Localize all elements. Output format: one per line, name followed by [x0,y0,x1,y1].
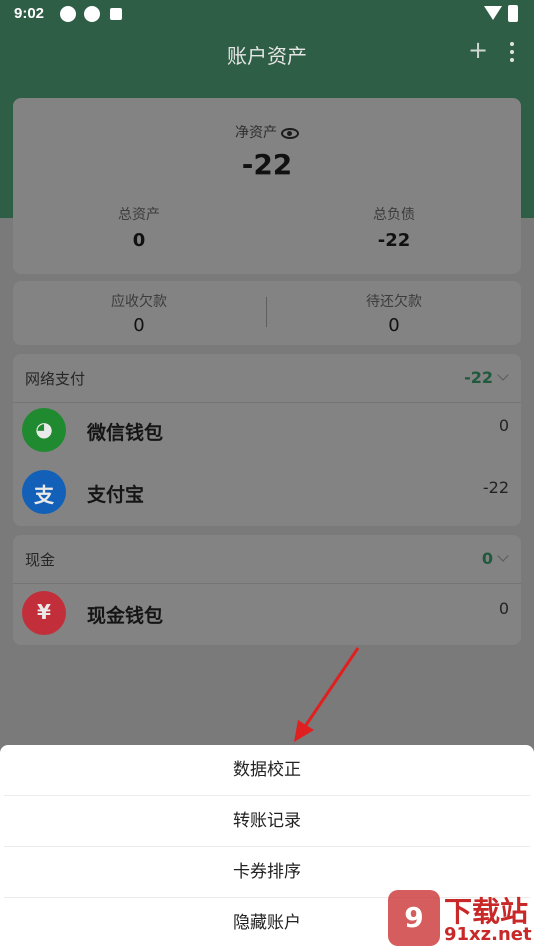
menu-item-transfer-records[interactable]: 转账记录 [4,796,530,847]
watermark: 9 下载站 91xz.net [388,890,534,950]
menu-item-data-correction[interactable]: 数据校正 [4,745,530,796]
watermark-logo-icon: 9 [388,890,440,946]
watermark-site: 91xz.net [444,924,532,945]
